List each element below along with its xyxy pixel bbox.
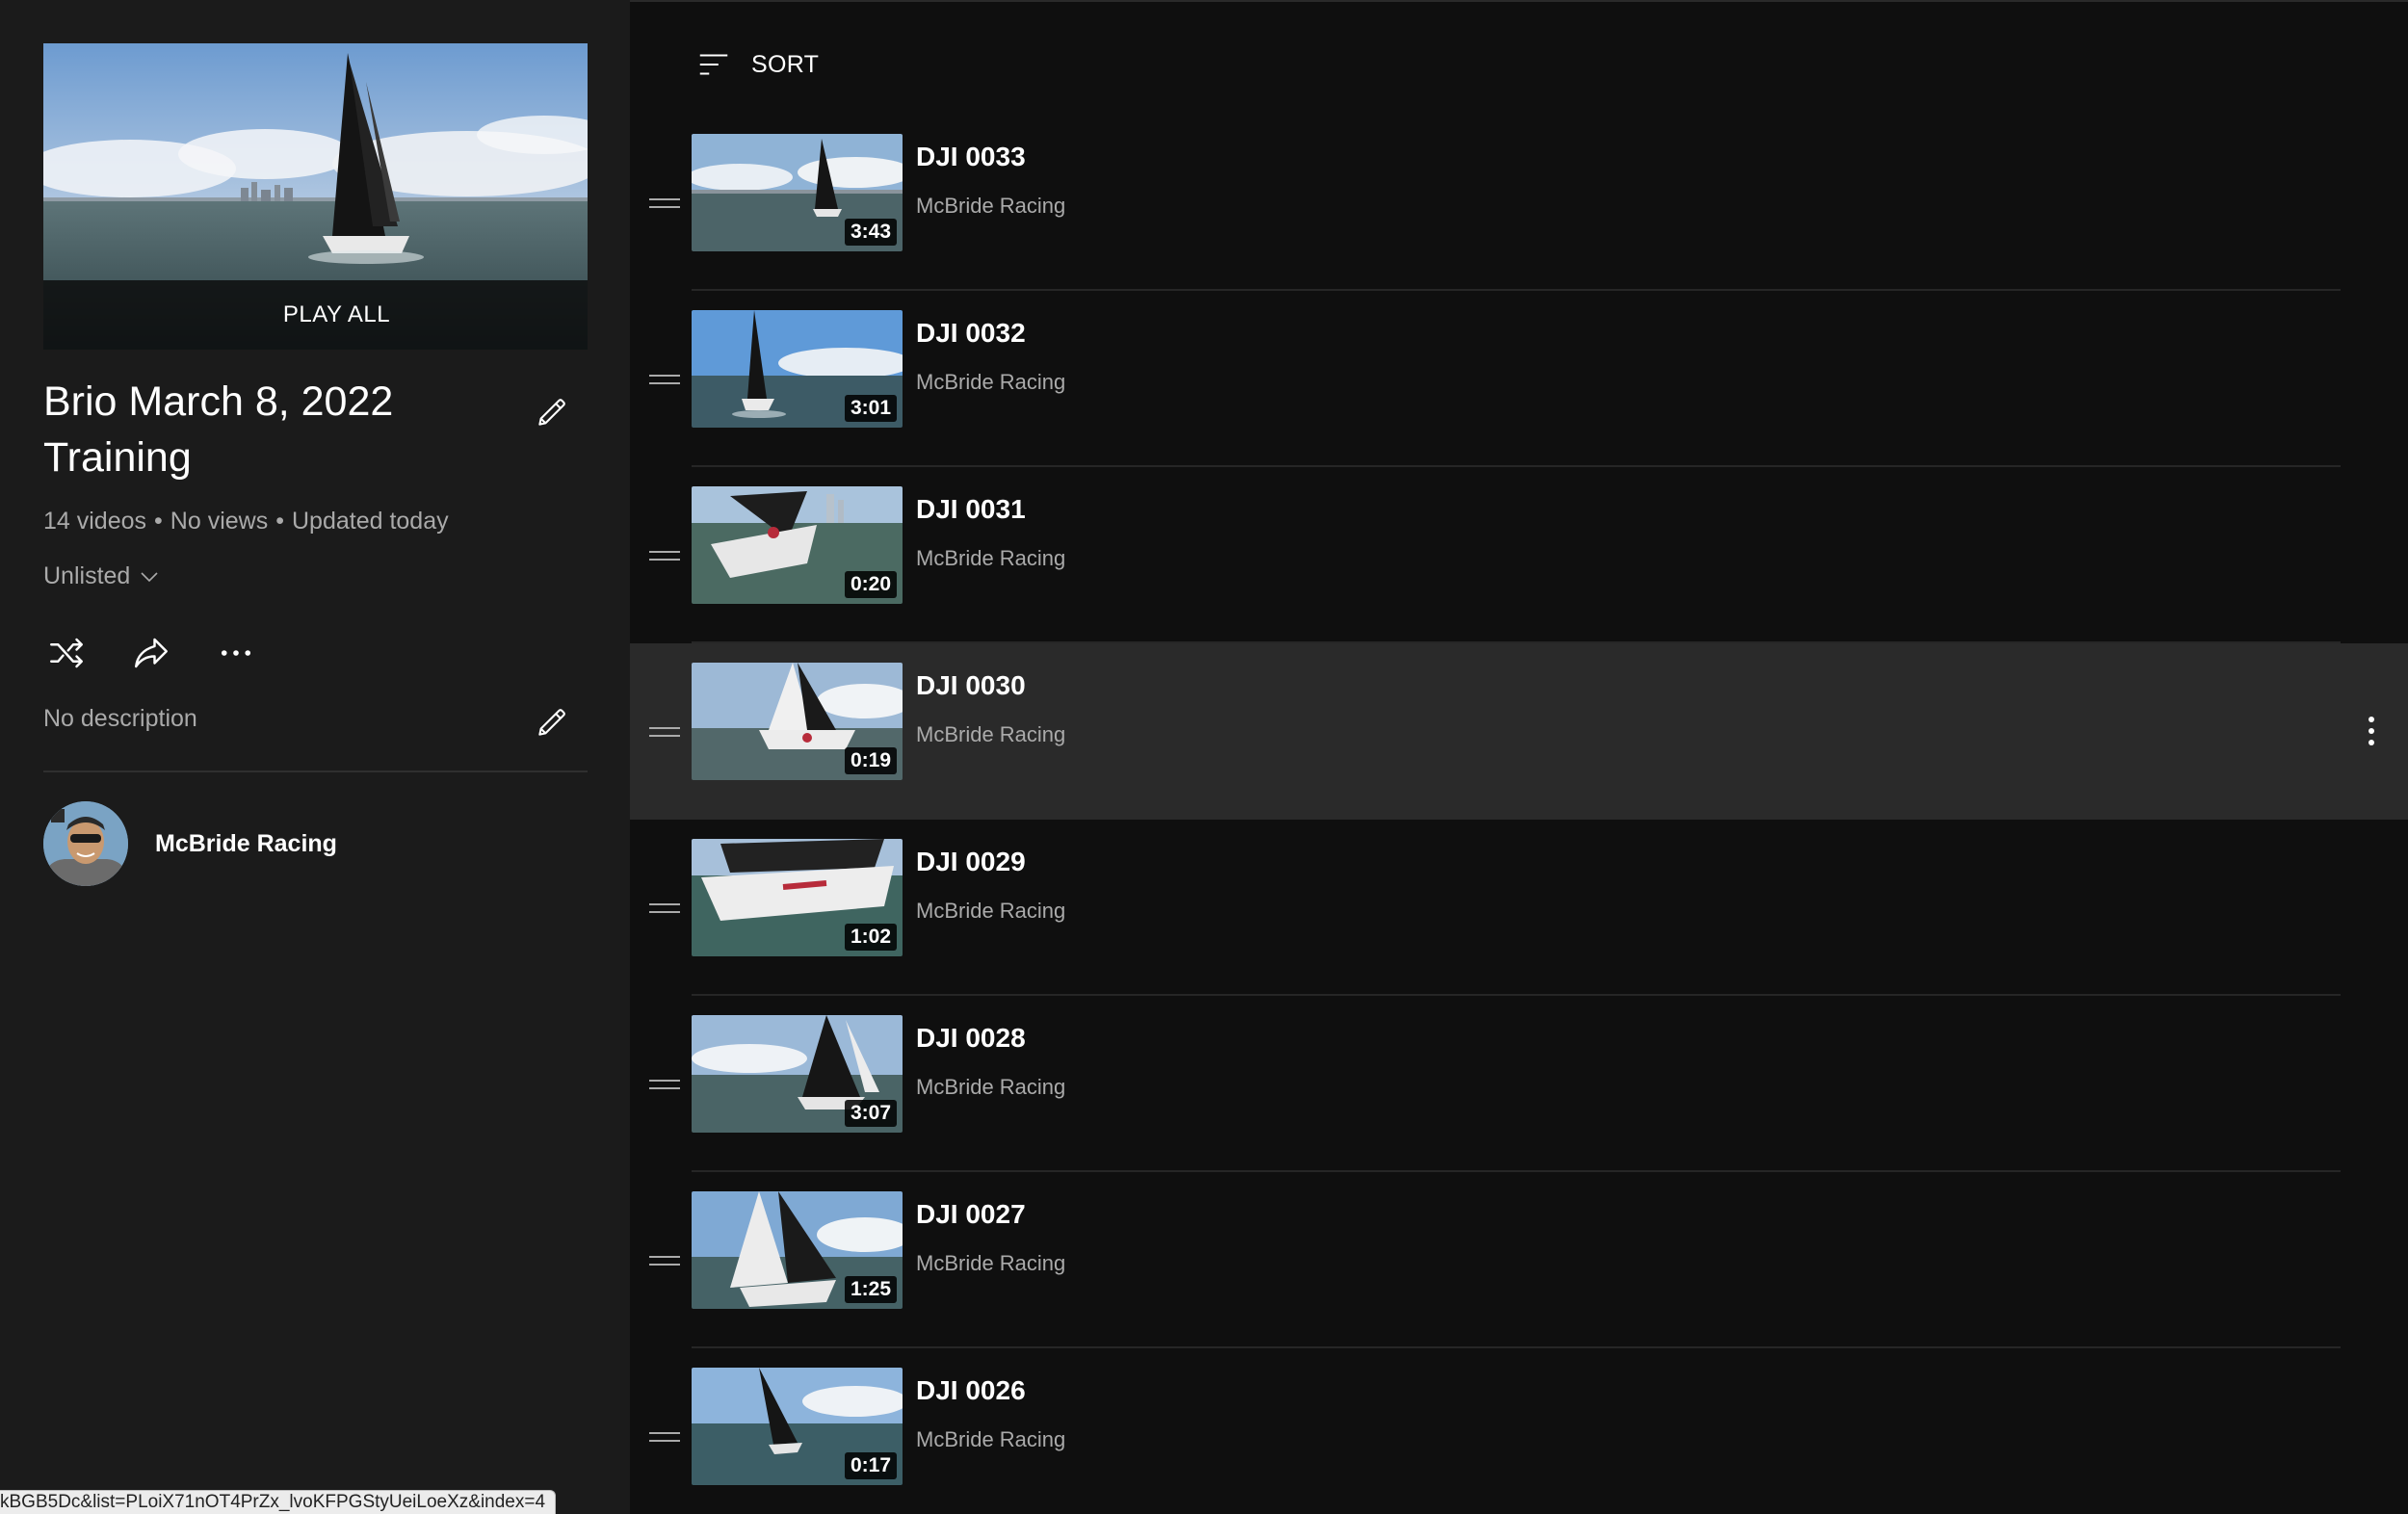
drag-handle-icon	[649, 1256, 680, 1266]
video-thumbnail[interactable]: 3:07	[692, 1015, 903, 1133]
sort-label: SORT	[751, 50, 820, 78]
video-row[interactable]: 3:07 DJI 0028 McBride Racing	[630, 996, 2408, 1172]
video-channel[interactable]: McBride Racing	[916, 370, 1065, 395]
sort-button[interactable]: SORT	[695, 46, 819, 83]
video-title[interactable]: DJI 0031	[916, 494, 1026, 525]
video-thumbnail[interactable]: 1:25	[692, 1191, 903, 1309]
meta-separator: •	[154, 508, 163, 535]
video-row[interactable]: 3:01 DJI 0032 McBride Racing	[630, 291, 2408, 467]
playlist-page: PLAY ALL Brio March 8, 2022 Training 14 …	[0, 0, 2408, 1514]
video-row[interactable]: 0:20 DJI 0031 McBride Racing	[630, 467, 2408, 643]
play-all-label: PLAY ALL	[282, 301, 391, 327]
more-vertical-icon	[2369, 717, 2374, 745]
video-title[interactable]: DJI 0029	[916, 847, 1026, 877]
shuffle-button[interactable]	[39, 629, 94, 677]
owner-name[interactable]: McBride Racing	[155, 830, 337, 858]
video-thumbnail[interactable]: 0:17	[692, 1368, 903, 1485]
drag-handle-icon	[649, 1080, 680, 1089]
video-row[interactable]: 0:19 DJI 0030 McBride Racing	[630, 643, 2408, 820]
video-channel[interactable]: McBride Racing	[916, 1427, 1065, 1452]
playlist-title: Brio March 8, 2022 Training	[43, 378, 394, 481]
edit-title-button[interactable]	[525, 385, 579, 439]
status-bar-url: kBGB5Dc&list=PLoiX71nOT4PrZx_lvoKFPGStyU…	[0, 1490, 557, 1514]
drag-handle-icon	[649, 551, 680, 561]
avatar[interactable]	[43, 801, 128, 886]
video-channel[interactable]: McBride Racing	[916, 1251, 1065, 1276]
playlist-actions	[39, 629, 264, 677]
video-duration: 0:20	[844, 571, 897, 598]
video-duration: 3:07	[844, 1100, 897, 1127]
share-button[interactable]	[123, 629, 179, 677]
video-thumbnail[interactable]: 3:43	[692, 134, 903, 251]
video-title[interactable]: DJI 0026	[916, 1375, 1026, 1406]
playlist-meta: 14 videos • No views • Updated today	[43, 508, 449, 535]
video-thumbnail[interactable]: 0:19	[692, 663, 903, 780]
pencil-icon	[538, 399, 565, 426]
drag-handle[interactable]	[643, 713, 686, 751]
pencil-icon	[538, 709, 565, 736]
video-menu-button[interactable]	[2352, 707, 2391, 755]
drag-handle[interactable]	[643, 536, 686, 575]
playlist-video-list: SORT 3:43 DJI 0033 McBride Racing 3:01 D…	[630, 0, 2408, 1514]
more-actions-button[interactable]	[208, 629, 264, 677]
video-duration: 1:25	[844, 1276, 897, 1303]
sort-icon	[699, 54, 728, 75]
drag-handle-icon	[649, 1432, 680, 1442]
video-channel[interactable]: McBride Racing	[916, 1075, 1065, 1100]
chevron-down-icon	[141, 571, 158, 582]
edit-description-button[interactable]	[525, 695, 579, 749]
playlist-hero-thumbnail[interactable]: PLAY ALL	[43, 43, 588, 350]
video-thumbnail[interactable]: 3:01	[692, 310, 903, 428]
video-channel[interactable]: McBride Racing	[916, 722, 1065, 747]
video-duration: 3:01	[844, 395, 897, 422]
privacy-value: Unlisted	[43, 562, 131, 589]
privacy-dropdown[interactable]: Unlisted	[43, 562, 161, 590]
video-duration: 0:17	[844, 1452, 897, 1479]
video-title[interactable]: DJI 0033	[916, 142, 1026, 172]
drag-handle[interactable]	[643, 360, 686, 399]
video-title[interactable]: DJI 0027	[916, 1199, 1026, 1230]
drag-handle-icon	[649, 375, 680, 384]
playlist-description: No description	[43, 705, 197, 732]
video-thumbnail[interactable]: 1:02	[692, 839, 903, 956]
meta-separator: •	[275, 508, 284, 535]
drag-handle-icon	[649, 903, 680, 913]
avatar-image	[43, 801, 128, 886]
video-row[interactable]: 1:02 DJI 0029 McBride Racing	[630, 820, 2408, 996]
video-title[interactable]: DJI 0028	[916, 1023, 1026, 1054]
drag-handle[interactable]	[643, 1418, 686, 1456]
video-channel[interactable]: McBride Racing	[916, 546, 1065, 571]
playlist-sidebar: PLAY ALL Brio March 8, 2022 Training 14 …	[0, 0, 630, 1514]
video-duration: 3:43	[844, 219, 897, 246]
view-count: No views	[170, 508, 269, 535]
share-icon	[135, 638, 168, 668]
drag-handle-icon	[649, 727, 680, 737]
drag-handle-icon	[649, 198, 680, 208]
drag-handle[interactable]	[643, 184, 686, 222]
video-duration: 1:02	[844, 924, 897, 951]
shuffle-icon	[50, 638, 83, 668]
more-horizontal-icon	[221, 650, 251, 656]
video-count: 14 videos	[43, 508, 147, 535]
drag-handle[interactable]	[643, 1241, 686, 1280]
playlist-owner[interactable]: McBride Racing	[43, 801, 337, 886]
video-channel[interactable]: McBride Racing	[916, 194, 1065, 219]
drag-handle[interactable]	[643, 1065, 686, 1104]
video-channel[interactable]: McBride Racing	[916, 899, 1065, 924]
video-title[interactable]: DJI 0032	[916, 318, 1026, 349]
video-row[interactable]: 0:17 DJI 0026 McBride Racing	[630, 1348, 2408, 1514]
sidebar-divider	[43, 770, 588, 772]
video-row[interactable]: 1:25 DJI 0027 McBride Racing	[630, 1172, 2408, 1348]
video-title[interactable]: DJI 0030	[916, 670, 1026, 701]
play-all-bar[interactable]: PLAY ALL	[43, 280, 588, 350]
video-thumbnail[interactable]: 0:20	[692, 486, 903, 604]
drag-handle[interactable]	[643, 889, 686, 927]
video-row[interactable]: 3:43 DJI 0033 McBride Racing	[630, 115, 2408, 291]
updated-date: Updated today	[291, 508, 449, 535]
video-duration: 0:19	[844, 747, 897, 774]
